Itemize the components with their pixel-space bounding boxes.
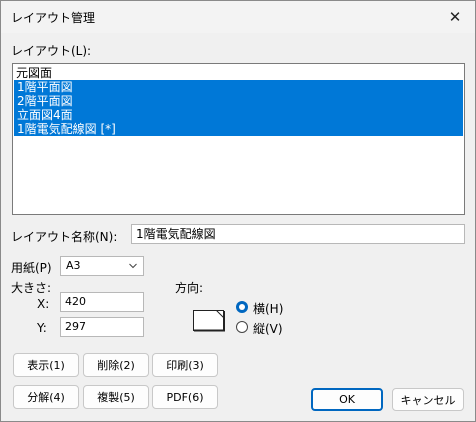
delete-button[interactable]: 削除(2): [83, 353, 149, 377]
cancel-button[interactable]: キャンセル: [392, 388, 464, 411]
print-button[interactable]: 印刷(3): [152, 353, 218, 377]
dialog-title: レイアウト管理: [11, 11, 96, 25]
show-button[interactable]: 表示(1): [13, 353, 79, 377]
size-x-label: X:: [37, 297, 50, 311]
chevron-down-icon: [129, 263, 137, 269]
close-icon: ✕: [448, 8, 462, 26]
close-button[interactable]: ✕: [435, 1, 475, 33]
layout-list-item[interactable]: 立面図4面: [14, 108, 463, 122]
layout-list-item[interactable]: 1階電気配線図 [*]: [14, 122, 463, 136]
layout-list-label: レイアウト(L):: [11, 44, 92, 58]
layout-list-item[interactable]: 1階平面図: [14, 80, 463, 94]
paper-select-value: A3: [66, 259, 81, 272]
size-y-label: Y:: [37, 321, 47, 335]
layout-list-item[interactable]: 2階平面図: [14, 94, 463, 108]
ok-button[interactable]: OK: [311, 388, 383, 411]
duplicate-button[interactable]: 複製(5): [83, 385, 149, 409]
layout-name-label: レイアウト名称(N):: [11, 230, 118, 244]
layout-list[interactable]: 元図面 1階平面図 2階平面図 立面図4面 1階電気配線図 [*]: [12, 63, 465, 215]
layout-name-field[interactable]: 1階電気配線図: [131, 224, 465, 244]
orientation-label: 方向:: [175, 281, 204, 295]
paper-label: 用紙(P): [11, 261, 52, 275]
pdf-button[interactable]: PDF(6): [152, 385, 218, 409]
size-x-field[interactable]: 420: [60, 292, 144, 312]
size-y-field[interactable]: 297: [60, 317, 144, 337]
layout-manager-dialog: レイアウト管理 ✕ レイアウト(L): 元図面 1階平面図 2階平面図 立面図4面 1階…: [0, 0, 476, 422]
title-bar: レイアウト管理 ✕: [1, 1, 475, 33]
paper-select[interactable]: A3: [60, 256, 144, 276]
orientation-portrait-radio[interactable]: [236, 321, 248, 333]
orientation-portrait-label[interactable]: 縦(V): [253, 320, 283, 337]
orientation-landscape-label[interactable]: 横(H): [253, 300, 283, 317]
landscape-page-icon: [193, 310, 225, 332]
orientation-landscape-radio[interactable]: [236, 301, 248, 313]
split-button[interactable]: 分解(4): [13, 385, 79, 409]
size-label: 大きさ:: [11, 281, 52, 295]
layout-list-item[interactable]: 元図面: [13, 66, 464, 80]
